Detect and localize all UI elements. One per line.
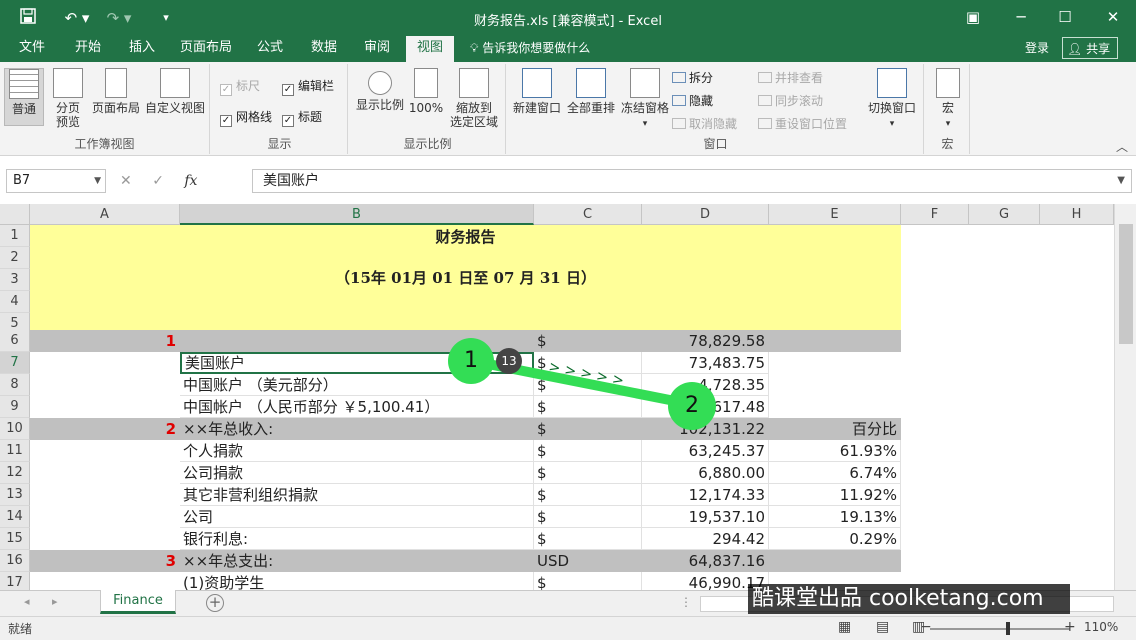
step-marker-2: 2	[668, 382, 716, 430]
normal-view-status-icon[interactable]: ▦	[838, 619, 851, 635]
scroll-left-icon[interactable]: ◂	[24, 595, 30, 608]
page-layout-status-icon[interactable]: ▤	[876, 619, 889, 635]
zoom-level[interactable]: 110%	[1084, 620, 1118, 634]
status-bar: 就绪 ▦ ▤ ▥ − + 110%	[0, 616, 1136, 640]
add-sheet-icon[interactable]: +	[206, 594, 224, 612]
zoom-out-icon[interactable]: −	[920, 619, 932, 635]
zoom-in-icon[interactable]: +	[1064, 619, 1076, 635]
scroll-right-icon[interactable]: ▸	[52, 595, 58, 608]
tutorial-arrow	[473, 357, 695, 409]
zoom-slider-knob[interactable]	[1006, 622, 1010, 635]
step-badge: 13	[496, 348, 522, 374]
sheet-tab-finance[interactable]: Finance	[100, 590, 176, 614]
zoom-slider[interactable]	[930, 628, 1070, 630]
tab-split-handle[interactable]: ⋮	[680, 595, 692, 609]
watermark: 酷课堂出品 coolketang.com	[748, 584, 1070, 614]
status-ready: 就绪	[8, 622, 33, 636]
step-marker-1: 1	[448, 338, 494, 384]
